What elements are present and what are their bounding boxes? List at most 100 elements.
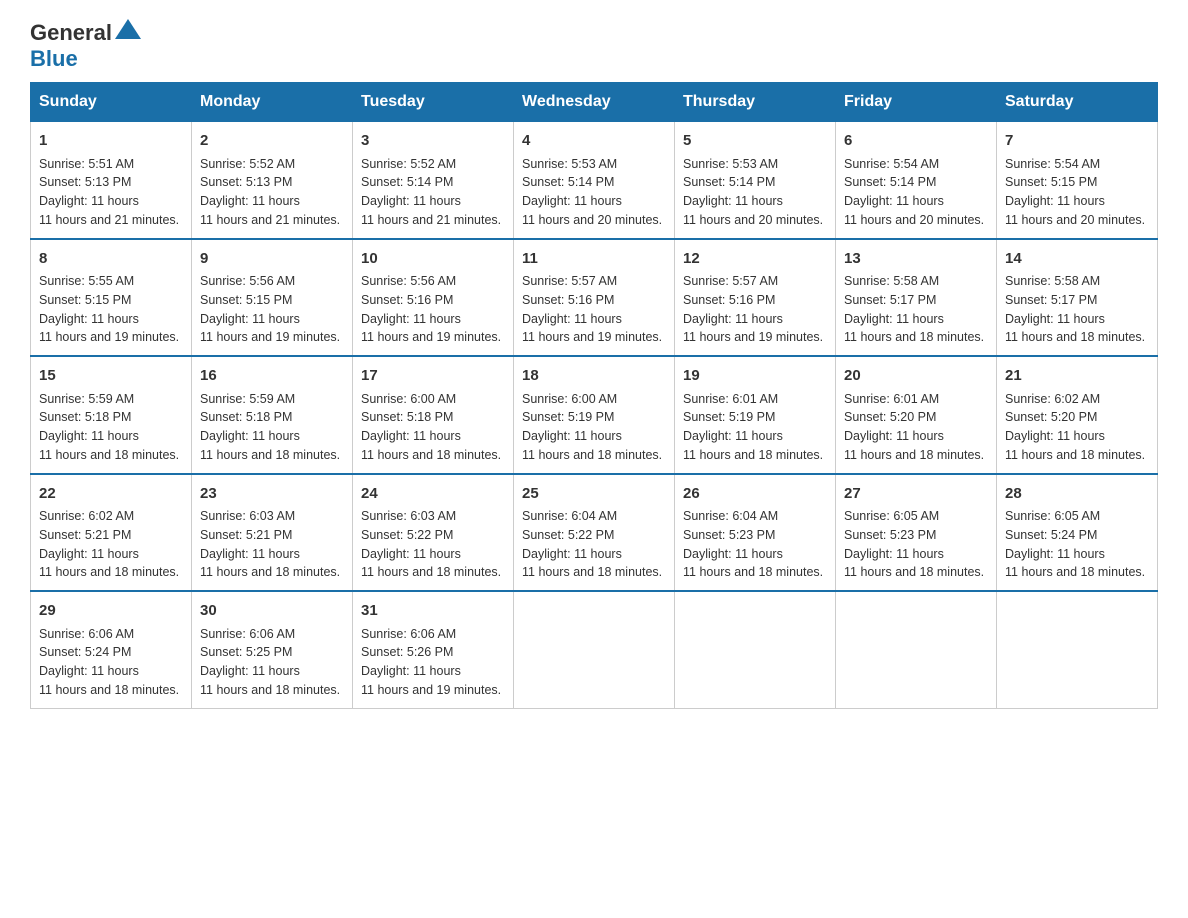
day-info: Sunrise: 5:59 AMSunset: 5:18 PMDaylight:…: [39, 392, 179, 462]
day-info: Sunrise: 5:53 AMSunset: 5:14 PMDaylight:…: [683, 157, 823, 227]
logo-general: General: [30, 20, 112, 45]
logo-triangle-right: [128, 19, 141, 39]
day-number: 12: [683, 248, 827, 271]
day-info: Sunrise: 6:00 AMSunset: 5:19 PMDaylight:…: [522, 392, 662, 462]
calendar-cell: 27 Sunrise: 6:05 AMSunset: 5:23 PMDayligh…: [836, 474, 997, 592]
day-info: Sunrise: 6:04 AMSunset: 5:22 PMDaylight:…: [522, 509, 662, 579]
calendar-cell: [997, 591, 1158, 708]
logo-triangle-left: [115, 19, 128, 39]
day-info: Sunrise: 6:06 AMSunset: 5:24 PMDaylight:…: [39, 627, 179, 697]
calendar-cell: 10 Sunrise: 5:56 AMSunset: 5:16 PMDayligh…: [353, 239, 514, 357]
column-header-saturday: Saturday: [997, 83, 1158, 122]
day-info: Sunrise: 6:06 AMSunset: 5:25 PMDaylight:…: [200, 627, 340, 697]
calendar-cell: 16 Sunrise: 5:59 AMSunset: 5:18 PMDayligh…: [192, 356, 353, 474]
day-info: Sunrise: 5:58 AMSunset: 5:17 PMDaylight:…: [844, 274, 984, 344]
calendar-week-row: 15 Sunrise: 5:59 AMSunset: 5:18 PMDayligh…: [31, 356, 1158, 474]
calendar-cell: 26Sunrise: 6:04 AMSunset: 5:23 PMDayligh…: [675, 474, 836, 592]
calendar-week-row: 22Sunrise: 6:02 AMSunset: 5:21 PMDayligh…: [31, 474, 1158, 592]
calendar-cell: 28 Sunrise: 6:05 AMSunset: 5:24 PMDayligh…: [997, 474, 1158, 592]
calendar-cell: 23 Sunrise: 6:03 AMSunset: 5:21 PMDayligh…: [192, 474, 353, 592]
day-number: 9: [200, 248, 344, 271]
day-info: Sunrise: 5:58 AMSunset: 5:17 PMDaylight:…: [1005, 274, 1145, 344]
day-number: 17: [361, 365, 505, 388]
day-info: Sunrise: 5:56 AMSunset: 5:16 PMDaylight:…: [361, 274, 501, 344]
day-info: Sunrise: 5:52 AMSunset: 5:14 PMDaylight:…: [361, 157, 501, 227]
logo-blue: Blue: [30, 46, 78, 71]
day-info: Sunrise: 5:55 AMSunset: 5:15 PMDaylight:…: [39, 274, 179, 344]
calendar-cell: 22Sunrise: 6:02 AMSunset: 5:21 PMDayligh…: [31, 474, 192, 592]
day-number: 6: [844, 130, 988, 153]
day-number: 28: [1005, 483, 1149, 506]
calendar-cell: 13 Sunrise: 5:58 AMSunset: 5:17 PMDayligh…: [836, 239, 997, 357]
calendar-header-row: SundayMondayTuesdayWednesdayThursdayFrid…: [31, 83, 1158, 122]
calendar-cell: 9 Sunrise: 5:56 AMSunset: 5:15 PMDaylight…: [192, 239, 353, 357]
column-header-sunday: Sunday: [31, 83, 192, 122]
day-info: Sunrise: 5:54 AMSunset: 5:15 PMDaylight:…: [1005, 157, 1145, 227]
column-header-thursday: Thursday: [675, 83, 836, 122]
day-info: Sunrise: 6:01 AMSunset: 5:19 PMDaylight:…: [683, 392, 823, 462]
calendar-cell: [514, 591, 675, 708]
day-number: 2: [200, 130, 344, 153]
calendar-cell: 5 Sunrise: 5:53 AMSunset: 5:14 PMDaylight…: [675, 122, 836, 239]
day-info: Sunrise: 6:05 AMSunset: 5:23 PMDaylight:…: [844, 509, 984, 579]
calendar-cell: [836, 591, 997, 708]
calendar-cell: 14 Sunrise: 5:58 AMSunset: 5:17 PMDayligh…: [997, 239, 1158, 357]
calendar-cell: 7 Sunrise: 5:54 AMSunset: 5:15 PMDaylight…: [997, 122, 1158, 239]
column-header-monday: Monday: [192, 83, 353, 122]
calendar-cell: 17 Sunrise: 6:00 AMSunset: 5:18 PMDayligh…: [353, 356, 514, 474]
calendar-cell: 29Sunrise: 6:06 AMSunset: 5:24 PMDayligh…: [31, 591, 192, 708]
day-number: 24: [361, 483, 505, 506]
day-info: Sunrise: 5:57 AMSunset: 5:16 PMDaylight:…: [522, 274, 662, 344]
calendar-cell: 6 Sunrise: 5:54 AMSunset: 5:14 PMDaylight…: [836, 122, 997, 239]
day-info: Sunrise: 6:05 AMSunset: 5:24 PMDaylight:…: [1005, 509, 1145, 579]
day-number: 14: [1005, 248, 1149, 271]
day-number: 18: [522, 365, 666, 388]
calendar-week-row: 8Sunrise: 5:55 AMSunset: 5:15 PMDaylight…: [31, 239, 1158, 357]
day-number: 31: [361, 600, 505, 623]
calendar-cell: 4Sunrise: 5:53 AMSunset: 5:14 PMDaylight…: [514, 122, 675, 239]
calendar-table: SundayMondayTuesdayWednesdayThursdayFrid…: [30, 82, 1158, 709]
day-info: Sunrise: 5:59 AMSunset: 5:18 PMDaylight:…: [200, 392, 340, 462]
day-number: 11: [522, 248, 666, 271]
calendar-cell: 24Sunrise: 6:03 AMSunset: 5:22 PMDayligh…: [353, 474, 514, 592]
day-number: 10: [361, 248, 505, 271]
day-info: Sunrise: 6:04 AMSunset: 5:23 PMDaylight:…: [683, 509, 823, 579]
day-number: 23: [200, 483, 344, 506]
day-info: Sunrise: 6:02 AMSunset: 5:21 PMDaylight:…: [39, 509, 179, 579]
day-number: 4: [522, 130, 666, 153]
day-number: 7: [1005, 130, 1149, 153]
day-number: 25: [522, 483, 666, 506]
calendar-week-row: 1Sunrise: 5:51 AMSunset: 5:13 PMDaylight…: [31, 122, 1158, 239]
day-info: Sunrise: 5:51 AMSunset: 5:13 PMDaylight:…: [39, 157, 179, 227]
calendar-cell: 1Sunrise: 5:51 AMSunset: 5:13 PMDaylight…: [31, 122, 192, 239]
calendar-week-row: 29Sunrise: 6:06 AMSunset: 5:24 PMDayligh…: [31, 591, 1158, 708]
day-info: Sunrise: 6:03 AMSunset: 5:21 PMDaylight:…: [200, 509, 340, 579]
calendar-cell: [675, 591, 836, 708]
day-number: 30: [200, 600, 344, 623]
calendar-cell: 31Sunrise: 6:06 AMSunset: 5:26 PMDayligh…: [353, 591, 514, 708]
column-header-wednesday: Wednesday: [514, 83, 675, 122]
day-info: Sunrise: 5:57 AMSunset: 5:16 PMDaylight:…: [683, 274, 823, 344]
day-number: 21: [1005, 365, 1149, 388]
day-number: 19: [683, 365, 827, 388]
day-info: Sunrise: 5:52 AMSunset: 5:13 PMDaylight:…: [200, 157, 340, 227]
calendar-cell: 18 Sunrise: 6:00 AMSunset: 5:19 PMDayligh…: [514, 356, 675, 474]
column-header-tuesday: Tuesday: [353, 83, 514, 122]
day-info: Sunrise: 6:00 AMSunset: 5:18 PMDaylight:…: [361, 392, 501, 462]
calendar-cell: 30 Sunrise: 6:06 AMSunset: 5:25 PMDayligh…: [192, 591, 353, 708]
logo-text: General Blue: [30, 20, 141, 72]
day-number: 16: [200, 365, 344, 388]
calendar-cell: 2 Sunrise: 5:52 AMSunset: 5:13 PMDaylight…: [192, 122, 353, 239]
calendar-cell: 12 Sunrise: 5:57 AMSunset: 5:16 PMDayligh…: [675, 239, 836, 357]
day-number: 13: [844, 248, 988, 271]
calendar-cell: 11 Sunrise: 5:57 AMSunset: 5:16 PMDayligh…: [514, 239, 675, 357]
calendar-cell: 20Sunrise: 6:01 AMSunset: 5:20 PMDayligh…: [836, 356, 997, 474]
day-number: 15: [39, 365, 183, 388]
day-info: Sunrise: 5:54 AMSunset: 5:14 PMDaylight:…: [844, 157, 984, 227]
day-number: 5: [683, 130, 827, 153]
calendar-cell: 19 Sunrise: 6:01 AMSunset: 5:19 PMDayligh…: [675, 356, 836, 474]
logo: General Blue: [30, 20, 141, 72]
day-info: Sunrise: 5:56 AMSunset: 5:15 PMDaylight:…: [200, 274, 340, 344]
day-info: Sunrise: 6:02 AMSunset: 5:20 PMDaylight:…: [1005, 392, 1145, 462]
day-number: 27: [844, 483, 988, 506]
